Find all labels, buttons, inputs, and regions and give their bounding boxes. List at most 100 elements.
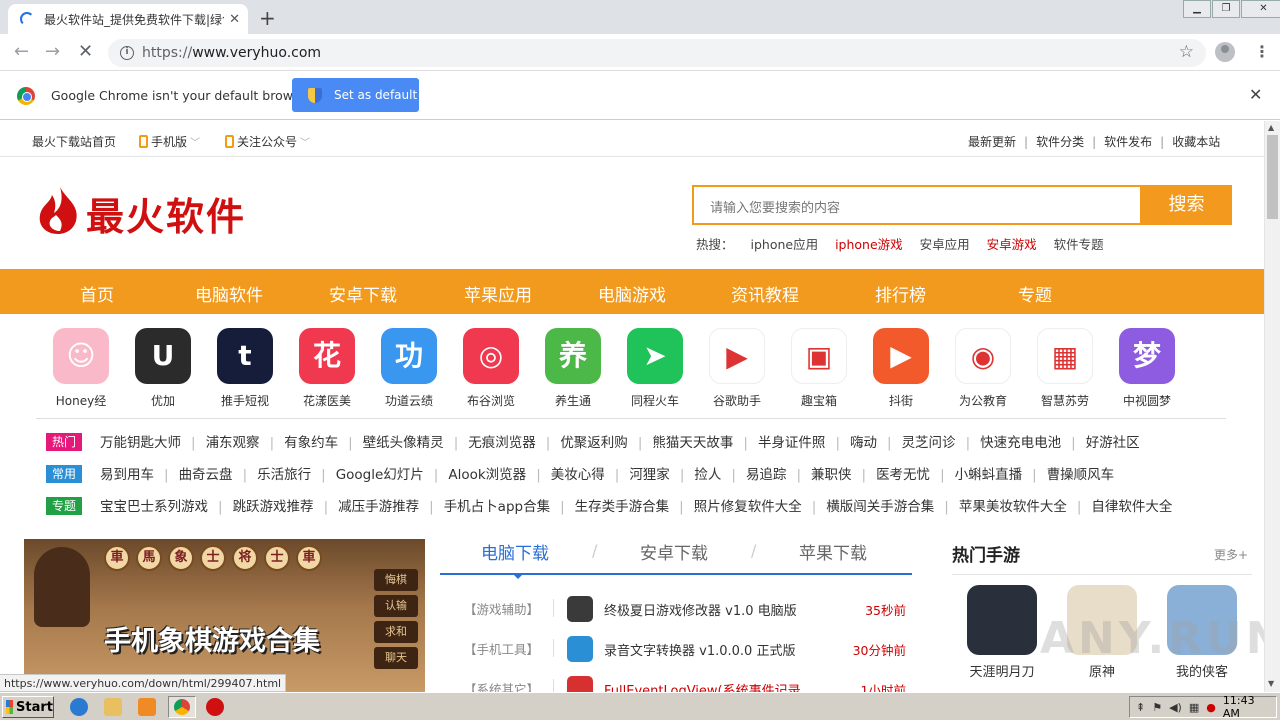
tag-link[interactable]: 苹果美妆软件大全 bbox=[959, 499, 1067, 515]
hot-search-link[interactable]: 安卓应用 bbox=[920, 237, 970, 252]
tag-link[interactable]: 乐活旅行 bbox=[257, 467, 311, 483]
app-tile[interactable]: 花花漾医美 bbox=[292, 328, 362, 409]
nav-ranking[interactable]: 排行榜 bbox=[875, 281, 926, 306]
ie-icon[interactable] bbox=[70, 698, 88, 716]
bookmark-star-icon[interactable]: ☆ bbox=[1179, 42, 1194, 62]
nav-android[interactable]: 安卓下载 bbox=[329, 281, 397, 306]
tag-link[interactable]: 横版闯关手游合集 bbox=[826, 499, 934, 515]
app-tile[interactable]: ☺ Honey经 bbox=[46, 328, 116, 409]
security-app-icon[interactable] bbox=[206, 698, 224, 716]
app-tile[interactable]: ▶ 谷歌助手 bbox=[702, 328, 772, 409]
chrome-taskbar-button[interactable] bbox=[168, 696, 196, 718]
minimize-button[interactable]: ▁ bbox=[1183, 0, 1211, 18]
tag-link[interactable]: 兼职侠 bbox=[811, 467, 852, 483]
tag-link[interactable]: 易到用车 bbox=[100, 467, 154, 483]
search-button[interactable]: 搜索 bbox=[1141, 185, 1232, 225]
tag-link[interactable]: 有象约车 bbox=[284, 435, 338, 451]
tab-android-download[interactable]: 安卓下载 bbox=[640, 539, 708, 564]
flag-icon[interactable]: ⚑ bbox=[1152, 701, 1162, 714]
explorer-folder-icon[interactable] bbox=[104, 698, 122, 716]
scroll-down-icon[interactable]: ▼ bbox=[1268, 679, 1274, 688]
tag-link[interactable]: 熊猫天天故事 bbox=[652, 435, 733, 451]
site-info-icon[interactable]: i bbox=[120, 46, 134, 60]
tag-link[interactable]: Google幻灯片 bbox=[336, 467, 424, 483]
tag-link[interactable]: 优聚返利购 bbox=[560, 435, 628, 451]
address-bar[interactable]: i https://www.veryhuo.com ☆ bbox=[108, 39, 1206, 67]
tag-link[interactable]: 捡人 bbox=[694, 467, 721, 483]
tag-link[interactable]: 曹操顺风车 bbox=[1047, 467, 1115, 483]
forward-icon[interactable]: → bbox=[45, 41, 60, 62]
nav-topics[interactable]: 专题 bbox=[1018, 281, 1052, 306]
url-text[interactable]: https://www.veryhuo.com bbox=[142, 45, 321, 61]
site-logo-flame-icon[interactable] bbox=[36, 185, 82, 235]
tag-link[interactable]: 照片修复软件大全 bbox=[694, 499, 802, 515]
tag-link[interactable]: 跳跃游戏推荐 bbox=[233, 499, 314, 515]
nav-apple[interactable]: 苹果应用 bbox=[464, 281, 532, 306]
tag-link[interactable]: 好游社区 bbox=[1086, 435, 1140, 451]
app-tile[interactable]: 养养生通 bbox=[538, 328, 608, 409]
tag-link[interactable]: 医考无忧 bbox=[876, 467, 930, 483]
tag-link[interactable]: 灵芝问诊 bbox=[902, 435, 956, 451]
app-tile[interactable]: ➤ 同程火车 bbox=[620, 328, 690, 409]
app-tile[interactable]: 功功道云绩 bbox=[374, 328, 444, 409]
tag-link[interactable]: 无痕浏览器 bbox=[468, 435, 536, 451]
restore-button[interactable]: ❐ bbox=[1212, 0, 1240, 18]
download-name[interactable]: 终极夏日游戏修改器 v1.0 电脑版 bbox=[604, 600, 797, 619]
software-category-link[interactable]: 软件分类 bbox=[1036, 135, 1084, 149]
browser-tab[interactable]: 最火软件站_提供免费软件下载|绿色 ✕ bbox=[8, 4, 248, 34]
app-tile[interactable]: ◉ 为公教育 bbox=[948, 328, 1018, 409]
clock[interactable]: 11:43 AM bbox=[1223, 694, 1268, 720]
stop-icon[interactable]: ✕ bbox=[78, 41, 93, 62]
nav-pc-games[interactable]: 电脑游戏 bbox=[598, 281, 666, 306]
wechat-link[interactable]: 关注公众号 ﹀ bbox=[225, 133, 310, 150]
search-input[interactable]: 请输入您要搜索的内容 bbox=[692, 185, 1142, 225]
network-icon[interactable]: ▦ bbox=[1189, 701, 1199, 714]
tag-link[interactable]: 半身证件照 bbox=[758, 435, 826, 451]
hot-search-link[interactable]: 软件专题 bbox=[1054, 237, 1104, 252]
app-tile[interactable]: ▣ 趣宝箱 bbox=[784, 328, 854, 409]
download-category[interactable]: 【游戏辅助】 bbox=[464, 599, 539, 618]
download-row[interactable]: 【游戏辅助】 终极夏日游戏修改器 v1.0 电脑版 35秒前 bbox=[440, 593, 912, 623]
scroll-thumb[interactable] bbox=[1267, 135, 1278, 219]
download-name[interactable]: 录音文字转换器 v1.0.0.0 正式版 bbox=[604, 640, 795, 659]
tray-expand-icon[interactable]: ⇞ bbox=[1136, 701, 1145, 714]
app-tile[interactable]: U 优加 bbox=[128, 328, 198, 409]
tag-link[interactable]: 易追踪 bbox=[746, 467, 787, 483]
app-tile[interactable]: ▦ 智慧苏劳 bbox=[1030, 328, 1100, 409]
latest-update-link[interactable]: 最新更新 bbox=[968, 135, 1016, 149]
tag-link[interactable]: 美妆心得 bbox=[551, 467, 605, 483]
hot-search-link[interactable]: iphone应用 bbox=[751, 237, 819, 252]
tag-link[interactable]: 手机占卜app合集 bbox=[444, 499, 550, 515]
volume-icon[interactable]: ◀) bbox=[1169, 701, 1182, 714]
infobar-close-icon[interactable]: ✕ bbox=[1249, 85, 1262, 104]
tag-link[interactable]: 宝宝巴士系列游戏 bbox=[100, 499, 208, 515]
download-category[interactable]: 【手机工具】 bbox=[464, 639, 539, 658]
tab-close-icon[interactable]: ✕ bbox=[229, 12, 240, 27]
app-tile[interactable]: t 推手短视 bbox=[210, 328, 280, 409]
nav-home[interactable]: 首页 bbox=[80, 281, 114, 306]
tab-apple-download[interactable]: 苹果下载 bbox=[799, 539, 867, 564]
new-tab-button[interactable]: + bbox=[259, 6, 276, 30]
software-publish-link[interactable]: 软件发布 bbox=[1104, 135, 1152, 149]
home-link[interactable]: 最火下载站首页 bbox=[32, 133, 116, 150]
chrome-menu-icon[interactable]: ⋮ bbox=[1254, 42, 1270, 61]
chess-banner[interactable]: 車馬象士将士車 手机象棋游戏合集 悔棋 认输 求和 聊天 bbox=[24, 539, 425, 692]
download-category[interactable]: 【系统其它】 bbox=[464, 679, 539, 692]
hot-games-more-link[interactable]: 更多+ bbox=[1214, 546, 1248, 563]
window-close-button[interactable]: ✕ bbox=[1241, 0, 1280, 18]
tab-pc-download[interactable]: 电脑下载 bbox=[481, 539, 549, 564]
mobile-link[interactable]: 手机版 ﹀ bbox=[139, 133, 200, 150]
tag-link[interactable]: 曲奇云盘 bbox=[179, 467, 233, 483]
app-tile[interactable]: ▶ 抖街 bbox=[866, 328, 936, 409]
media-player-icon[interactable] bbox=[138, 698, 156, 716]
tag-link[interactable]: 河狸家 bbox=[629, 467, 670, 483]
tag-link[interactable]: Alook浏览器 bbox=[448, 467, 526, 483]
download-row[interactable]: 【手机工具】 录音文字转换器 v1.0.0.0 正式版 30分钟前 bbox=[440, 633, 912, 663]
tag-link[interactable]: 生存类手游合集 bbox=[575, 499, 670, 515]
tag-link[interactable]: 自律软件大全 bbox=[1091, 499, 1172, 515]
page-scrollbar[interactable]: ▲ ▼ bbox=[1264, 121, 1280, 692]
hot-game-item[interactable]: 天涯明月刀 bbox=[962, 585, 1042, 680]
tag-link[interactable]: 小蝌蚪直播 bbox=[955, 467, 1023, 483]
tag-link[interactable]: 减压手游推荐 bbox=[338, 499, 419, 515]
nav-pc-software[interactable]: 电脑软件 bbox=[195, 281, 263, 306]
